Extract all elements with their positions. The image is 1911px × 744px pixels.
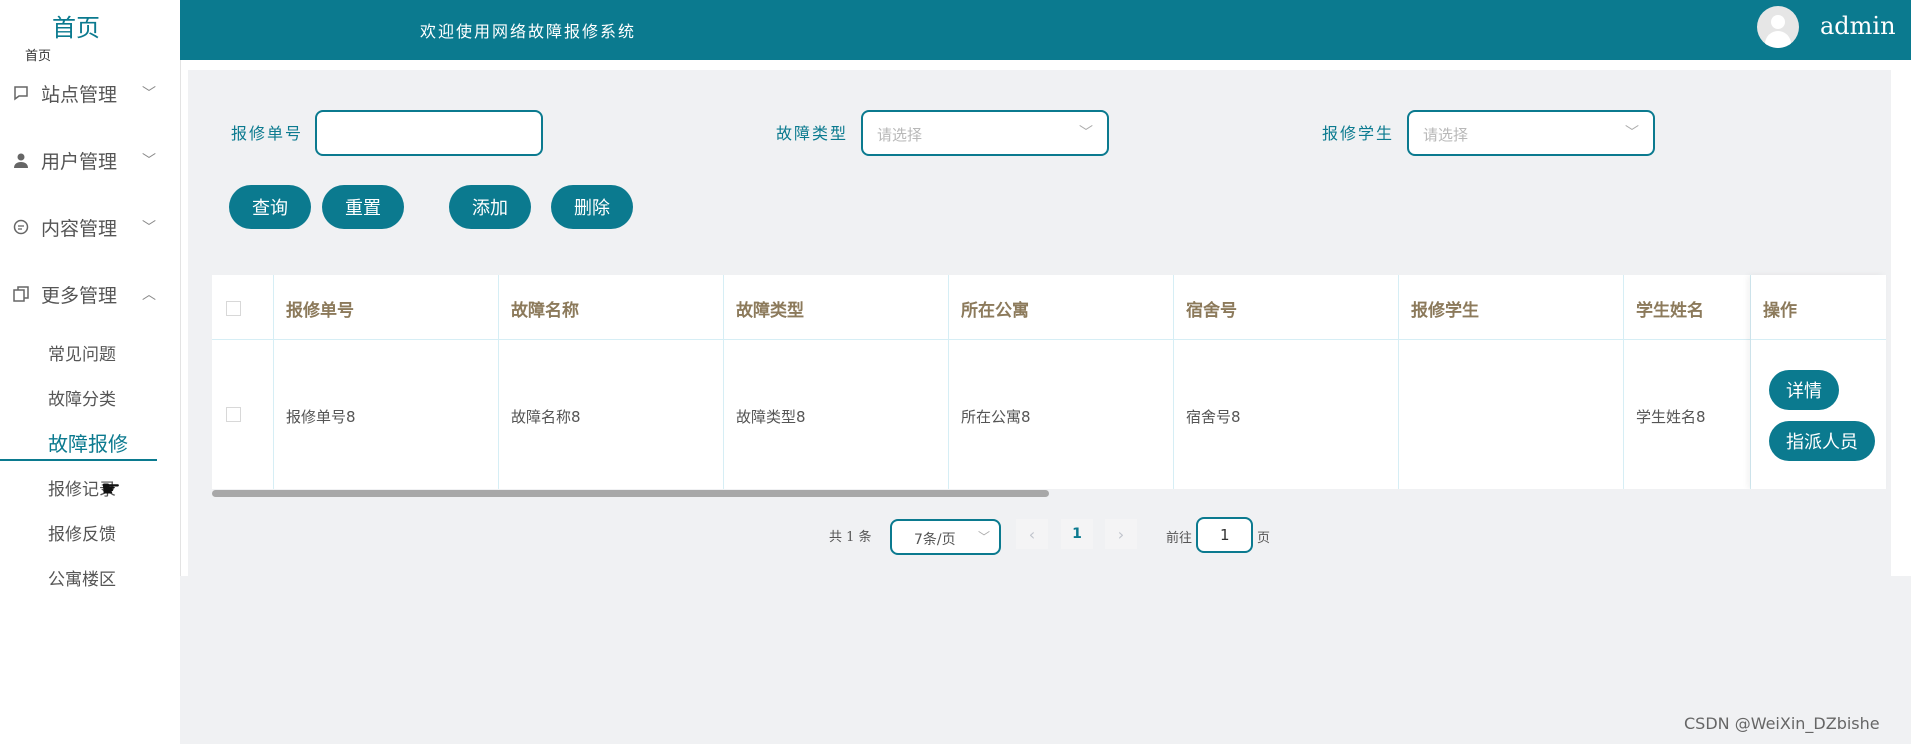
column-header: 宿舍号 — [1186, 301, 1237, 321]
add-button[interactable]: 添加 — [449, 185, 531, 229]
page-size-select[interactable]: 7条/页 ﹀ — [890, 519, 1001, 555]
avatar[interactable] — [1757, 6, 1799, 48]
chevron-down-icon: ﹀ — [142, 86, 156, 102]
goto-label: 前往 — [1166, 531, 1193, 546]
menu-user-management[interactable]: 用户管理 ﹀ — [0, 140, 180, 180]
student-select[interactable]: 请选择 ﹀ — [1407, 110, 1655, 156]
sub-item-faq[interactable]: 常见问题 — [48, 340, 116, 365]
menu-label: 内容管理 — [41, 217, 118, 240]
chevron-down-icon: ﹀ — [142, 220, 156, 236]
sub-item-fault-category[interactable]: 故障分类 — [48, 385, 116, 410]
active-indicator — [0, 459, 157, 461]
student-label: 报修学生 — [1322, 124, 1395, 143]
watermark: CSDN @WeiXin_DZbishe — [1684, 714, 1880, 733]
detail-button[interactable]: 详情 — [1769, 370, 1839, 410]
horizontal-scrollbar-thumb[interactable] — [212, 490, 1049, 497]
column-student-name: 学生姓名 学生姓名8 — [1624, 275, 1751, 489]
student-placeholder: 请选择 — [1423, 126, 1469, 144]
menu-label: 用户管理 — [41, 150, 118, 173]
username[interactable]: admin — [1820, 12, 1896, 40]
goto-page-input[interactable]: 1 — [1196, 517, 1253, 553]
table-cell: 学生姓名8 — [1636, 408, 1706, 426]
table-cell: 故障名称8 — [511, 408, 581, 426]
column-header: 所在公寓 — [961, 301, 1029, 321]
menu-label: 站点管理 — [41, 83, 118, 106]
assign-staff-button[interactable]: 指派人员 — [1769, 421, 1875, 461]
prev-page-button[interactable]: ‹ — [1016, 519, 1048, 549]
avatar-head — [1771, 15, 1785, 29]
column-header: 故障类型 — [736, 301, 804, 321]
top-header: 欢迎使用网络故障报修系统 admin — [180, 0, 1911, 60]
sidebar: 首页 首页 站点管理 ﹀ 用户管理 ﹀ 内容管理 ﹀ 更多管理 ︿ 常见问题 故… — [0, 0, 181, 744]
column-fault-name: 故障名称 故障名称8 — [499, 275, 724, 489]
column-student: 报修学生 — [1399, 275, 1624, 489]
column-header: 报修学生 — [1411, 301, 1479, 321]
page-suffix: 页 — [1257, 531, 1271, 546]
column-order-no: 报修单号 报修单号8 — [274, 275, 499, 489]
fault-type-label: 故障类型 — [776, 124, 849, 143]
column-actions: 操作 详情 指派人员 — [1751, 275, 1886, 489]
chevron-down-icon: ﹀ — [142, 153, 156, 169]
table-cell: 故障类型8 — [736, 408, 806, 426]
sub-item-repair-feedback[interactable]: 报修反馈 — [48, 520, 116, 545]
fault-type-select[interactable]: 请选择 ﹀ — [861, 110, 1109, 156]
menu-site-management[interactable]: 站点管理 ﹀ — [0, 73, 180, 113]
page-number-1[interactable]: 1 — [1061, 519, 1093, 549]
next-page-button[interactable]: › — [1105, 519, 1137, 549]
order-no-input[interactable] — [315, 110, 543, 156]
query-button[interactable]: 查询 — [229, 185, 311, 229]
column-header: 操作 — [1763, 301, 1797, 321]
column-header: 学生姓名 — [1636, 301, 1704, 321]
message-square-icon — [12, 84, 30, 102]
order-no-label: 报修单号 — [231, 124, 304, 143]
sub-item-apartment[interactable]: 公寓楼区 — [48, 565, 116, 590]
chat-bubble-icon — [12, 218, 30, 236]
column-header: 故障名称 — [511, 301, 579, 321]
menu-content-management[interactable]: 内容管理 ﹀ — [0, 207, 180, 247]
welcome-text: 欢迎使用网络故障报修系统 — [420, 22, 637, 41]
column-header: 报修单号 — [286, 301, 354, 321]
reset-button[interactable]: 重置 — [322, 185, 404, 229]
goto-page-value: 1 — [1220, 526, 1230, 544]
content-background — [180, 576, 1911, 744]
repair-table: 报修单号 报修单号8 故障名称 故障名称8 故障类型 故障类型8 所在公寓 所在… — [212, 275, 1886, 489]
hand-cursor-icon: ☛ — [101, 477, 121, 502]
column-apartment: 所在公寓 所在公寓8 — [949, 275, 1174, 489]
breadcrumb: 首页 — [25, 49, 52, 64]
home-link[interactable]: 首页 — [52, 8, 100, 43]
chevron-down-icon: ﹀ — [1079, 125, 1093, 141]
table-cell: 报修单号8 — [286, 408, 356, 426]
user-icon — [12, 151, 30, 169]
select-all-checkbox[interactable] — [226, 301, 241, 316]
chevron-up-icon: ︿ — [142, 287, 156, 303]
select-column — [212, 275, 274, 489]
fault-type-placeholder: 请选择 — [877, 126, 923, 144]
avatar-body — [1765, 31, 1791, 48]
column-dorm-no: 宿舍号 宿舍号8 — [1174, 275, 1399, 489]
table-cell: 所在公寓8 — [961, 408, 1031, 426]
copy-icon — [12, 285, 30, 303]
chevron-down-icon: ﹀ — [1625, 125, 1639, 141]
menu-more-management[interactable]: 更多管理 ︿ — [0, 274, 180, 314]
pagination-total: 共 1 条 — [829, 530, 872, 545]
page-size-value: 7条/页 — [914, 532, 956, 548]
menu-label: 更多管理 — [41, 284, 118, 307]
column-fault-type: 故障类型 故障类型8 — [724, 275, 949, 489]
table-cell: 宿舍号8 — [1186, 408, 1241, 426]
chevron-down-icon: ﹀ — [978, 530, 991, 544]
sub-item-fault-repair[interactable]: 故障报修 — [48, 428, 128, 457]
delete-button[interactable]: 删除 — [551, 185, 633, 229]
row-checkbox[interactable] — [226, 407, 241, 422]
